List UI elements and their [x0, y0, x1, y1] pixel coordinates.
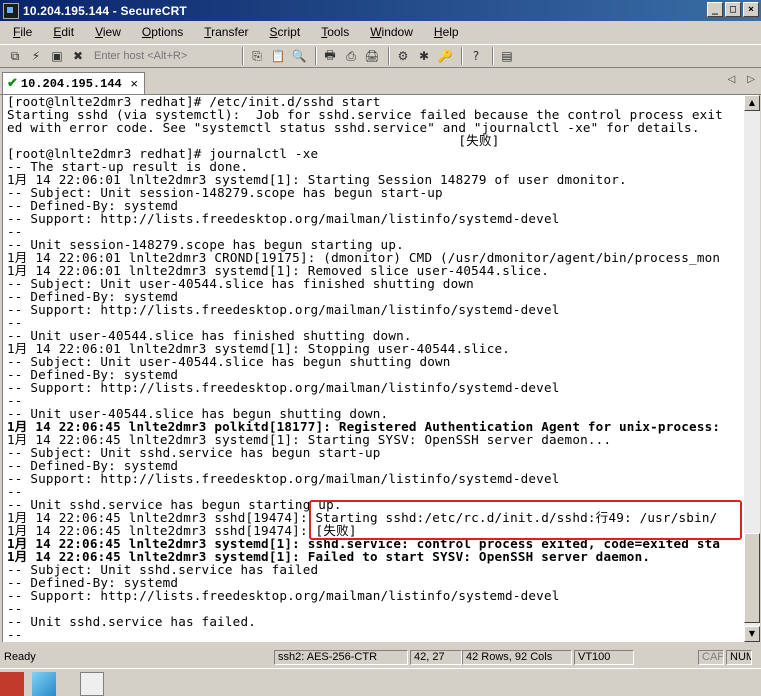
session-options-icon[interactable]: ⚙ — [394, 47, 412, 65]
tab-close-icon[interactable]: × — [130, 76, 138, 91]
toolbar-separator — [461, 47, 463, 65]
terminal-line: -- Support: http://lists.freedesktop.org… — [7, 471, 560, 486]
vertical-scrollbar[interactable]: ▲ ▼ — [744, 95, 760, 642]
maximize-button[interactable]: □ — [725, 2, 741, 17]
menu-options[interactable]: Options — [129, 25, 191, 39]
tab-prev-icon[interactable]: ◁ — [728, 74, 736, 85]
menu-help[interactable]: Help — [421, 25, 467, 39]
securecrt-app-icon[interactable] — [3, 2, 19, 19]
menu-window[interactable]: Window — [357, 25, 421, 39]
print-screen-icon[interactable]: ⎙ — [342, 47, 360, 65]
session-tab-bar: ✔ 10.204.195.144 × ◁ ▷ — [0, 70, 761, 95]
toolbar-separator — [242, 47, 244, 65]
sftp-icon[interactable]: ▤ — [498, 47, 516, 65]
global-options-icon[interactable]: ✱ — [415, 47, 433, 65]
status-ready: Ready — [4, 651, 36, 663]
scroll-down-icon[interactable]: ▼ — [744, 626, 760, 642]
toolbar: ⧉ ⚡ ▣ ✖ ⎘ 📋 🔍 🖶 ⎙ 🖨 ⚙ ✱ 🔑 ? ▤ — [0, 44, 761, 68]
terminal-line: -- Support: http://lists.freedesktop.org… — [7, 380, 560, 395]
disconnect-icon[interactable]: ✖ — [69, 47, 87, 65]
status-size: 42 Rows, 92 Cols — [462, 650, 572, 665]
tab-navigation: ◁ ▷ — [728, 74, 755, 85]
menu-tools[interactable]: Tools — [308, 25, 357, 39]
connect-tab-icon[interactable]: ▣ — [48, 47, 66, 65]
toolbar-separator — [315, 47, 317, 65]
menu-file[interactable]: File — [0, 25, 40, 39]
taskbar-notepad-icon[interactable] — [32, 672, 56, 696]
tab-session[interactable]: ✔ 10.204.195.144 × — [2, 72, 145, 94]
terminal-line: -- Support: http://lists.freedesktop.org… — [7, 302, 560, 317]
taskbar — [0, 668, 761, 696]
status-cap: CAP — [698, 650, 724, 665]
menu-edit[interactable]: Edit — [40, 25, 82, 39]
quick-connect-icon[interactable]: ⚡ — [27, 47, 45, 65]
toolbar-separator — [492, 47, 494, 65]
status-bar: Ready ssh2: AES-256-CTR 42, 27 42 Rows, … — [0, 650, 761, 667]
print-icon[interactable]: 🖶 — [321, 47, 339, 65]
find-icon[interactable]: 🔍 — [290, 47, 308, 65]
minimize-button[interactable]: _ — [707, 2, 723, 17]
connected-check-icon: ✔ — [7, 76, 18, 91]
terminal-line: -- — [7, 627, 23, 642]
toolbar-separator — [388, 47, 390, 65]
enter-host-input[interactable] — [90, 48, 238, 64]
status-cursor: 42, 27 — [410, 650, 462, 665]
menu-bar: File Edit View Options Transfer Script T… — [0, 22, 761, 42]
tab-next-icon[interactable]: ▷ — [747, 74, 755, 85]
window-title: 10.204.195.144 - SecureCRT — [23, 3, 187, 18]
paste-icon[interactable]: 📋 — [269, 47, 287, 65]
help-icon[interactable]: ? — [467, 47, 485, 65]
key-icon[interactable]: 🔑 — [436, 47, 454, 65]
terminal-line: -- Unit sshd.service has failed. — [7, 614, 257, 629]
connect-icon[interactable]: ⧉ — [6, 47, 24, 65]
tab-label: 10.204.195.144 — [20, 76, 122, 91]
window-controls: _ □ × — [707, 2, 759, 17]
status-emulation: VT100 — [574, 650, 634, 665]
title-bar[interactable]: 10.204.195.144 - SecureCRT _ □ × — [0, 0, 761, 21]
status-num: NUM — [726, 650, 752, 665]
close-button[interactable]: × — [743, 2, 759, 17]
menu-transfer[interactable]: Transfer — [191, 25, 256, 39]
taskbar-explorer-icon[interactable] — [80, 672, 104, 696]
menu-script[interactable]: Script — [257, 25, 309, 39]
print-selection-icon[interactable]: 🖨 — [363, 47, 381, 65]
menu-view[interactable]: View — [82, 25, 129, 39]
scroll-up-icon[interactable]: ▲ — [744, 95, 760, 111]
terminal-line: -- Support: http://lists.freedesktop.org… — [7, 211, 560, 226]
terminal-line: -- Support: http://lists.freedesktop.org… — [7, 588, 560, 603]
terminal-output[interactable]: [root@lnlte2dmr3 redhat]# /etc/init.d/ss… — [2, 95, 745, 642]
status-cipher: ssh2: AES-256-CTR — [274, 650, 408, 665]
scroll-thumb[interactable] — [744, 533, 760, 623]
copy-icon[interactable]: ⎘ — [248, 47, 266, 65]
taskbar-app-icon[interactable] — [0, 672, 24, 696]
